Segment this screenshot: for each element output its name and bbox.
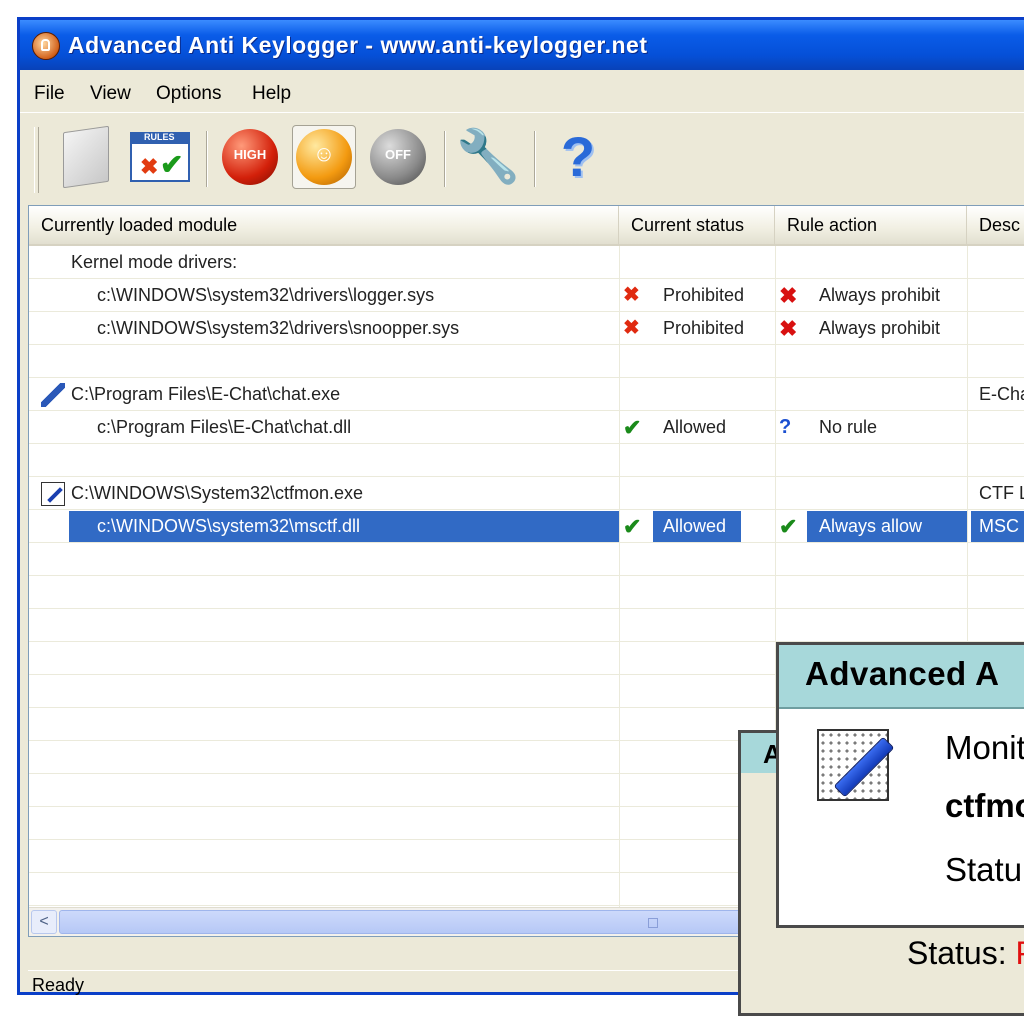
toolbar-separator: [534, 131, 536, 187]
toolbar: RULES ✖ ✔ HIGH ☺ OFF 🔧 ?: [20, 112, 1024, 201]
medium-protection-button[interactable]: ☺: [292, 125, 356, 189]
rule-text: Always allow: [819, 516, 923, 536]
alert-popup-status: Statu: [945, 851, 1023, 888]
menu-bar: File View Options Help: [20, 73, 1024, 109]
settings-button[interactable]: 🔧: [455, 125, 521, 189]
column-module[interactable]: Currently loaded module: [29, 206, 619, 244]
off-protection-button[interactable]: OFF: [366, 125, 430, 189]
group-row[interactable]: C:\Program Files\E-Chat\chat.exe E-Cha: [29, 378, 1024, 411]
menu-options[interactable]: Options: [156, 83, 221, 105]
prohibited-x-icon: ✖: [623, 284, 640, 306]
status-text: Allowed: [663, 516, 727, 536]
status-text: Allowed: [663, 417, 727, 437]
always-prohibit-icon: ✖: [779, 283, 798, 308]
alert-popup-title-bar: Advanced A: [779, 645, 1024, 709]
table-row[interactable]: c:\WINDOWS\system32\msctf.dll ✔ Allowed ✔ Al…: [29, 510, 1024, 543]
menu-file[interactable]: File: [34, 83, 65, 105]
report-button[interactable]: [54, 125, 118, 189]
table-row[interactable]: c:\WINDOWS\system32\drivers\snoopper.sys…: [29, 312, 1024, 345]
rules-icon-header: RULES: [144, 132, 175, 142]
row-gridline: [29, 608, 1024, 609]
alert-popup-line: Monit: [945, 729, 1024, 766]
rules-button[interactable]: RULES ✖ ✔: [128, 125, 192, 189]
allowed-check-icon: ✔: [779, 514, 798, 539]
toolbar-grip[interactable]: [34, 127, 39, 193]
alert-popup-back-status-value: P: [1016, 935, 1024, 971]
window-title: Advanced Anti Keylogger - www.anti-keylo…: [68, 32, 648, 58]
table-row[interactable]: c:\WINDOWS\system32\drivers\logger.sys ✖ P…: [29, 279, 1024, 312]
title-bar[interactable]: Advanced Anti Keylogger - www.anti-keylo…: [20, 20, 1024, 70]
no-rule-question-icon: ?: [779, 416, 792, 438]
rule-text: Always prohibit: [819, 285, 941, 305]
help-icon: ?: [560, 125, 596, 188]
module-path: c:\WINDOWS\system32\drivers\snoopper.sys: [97, 318, 460, 338]
kernel-icon: [41, 251, 65, 275]
module-description: E-Cha: [979, 384, 1024, 404]
module-path: c:\Program Files\E-Chat\chat.dll: [97, 417, 352, 437]
chat-icon: [41, 383, 65, 407]
alert-popup-back-status-label: Status:: [907, 935, 1007, 971]
row-gridline: [29, 575, 1024, 576]
high-protection-icon: HIGH: [222, 129, 278, 185]
column-description[interactable]: Desc: [967, 206, 1024, 244]
module-path: c:\WINDOWS\system32\drivers\logger.sys: [97, 285, 435, 305]
module-name: C:\WINDOWS\System32\ctfmon.exe: [71, 483, 364, 503]
rule-text: Always prohibit: [819, 318, 941, 338]
module-name: C:\Program Files\E-Chat\chat.exe: [71, 384, 341, 404]
alert-popup-module-name: ctfmo: [945, 787, 1024, 824]
group-row[interactable]: Kernel mode drivers:: [29, 246, 1024, 279]
status-text: Prohibited: [663, 285, 745, 305]
medium-protection-icon: ☺: [296, 129, 352, 185]
ctf-icon: [41, 482, 65, 506]
toolbar-separator: [444, 131, 446, 187]
prohibited-x-icon: ✖: [623, 317, 640, 339]
allowed-check-icon: ✔: [623, 415, 642, 440]
module-description: MSC: [979, 516, 1019, 536]
column-status[interactable]: Current status: [619, 206, 775, 244]
list-header: Currently loaded module Current status R…: [29, 206, 1024, 246]
alert-popup[interactable]: Advanced A Monit ctfmo Statu: [776, 642, 1024, 928]
module-name: Kernel mode drivers:: [71, 252, 238, 272]
menu-view[interactable]: View: [90, 83, 131, 105]
allowed-check-icon: ✔: [623, 514, 642, 539]
settings-wrench-icon: 🔧: [455, 128, 521, 186]
alert-popup-back-status: Status: P: [907, 935, 1024, 972]
off-protection-icon: OFF: [370, 129, 426, 185]
rule-text: No rule: [819, 417, 878, 437]
alert-popup-title: Advanced A: [805, 655, 1000, 692]
table-row[interactable]: c:\Program Files\E-Chat\chat.dll ✔ Allowed…: [29, 411, 1024, 444]
monitor-pen-icon: [817, 729, 889, 801]
document-icon: [63, 125, 109, 189]
rules-icon: RULES ✖ ✔: [130, 132, 190, 182]
module-path: c:\WINDOWS\system32\msctf.dll: [97, 516, 361, 536]
help-button[interactable]: ?: [546, 125, 610, 189]
group-row[interactable]: C:\WINDOWS\System32\ctfmon.exe CTF L: [29, 477, 1024, 510]
status-text: Prohibited: [663, 318, 745, 338]
high-protection-button[interactable]: HIGH: [218, 125, 282, 189]
blank-row: [29, 345, 1024, 378]
menu-help[interactable]: Help: [252, 83, 291, 105]
always-prohibit-icon: ✖: [779, 316, 798, 341]
scroll-left-button[interactable]: <: [31, 910, 57, 934]
scroll-thumb-grip: [648, 918, 658, 928]
app-lock-icon: [32, 32, 60, 60]
module-description: CTF L: [979, 483, 1024, 503]
blank-row: [29, 444, 1024, 477]
column-rule[interactable]: Rule action: [775, 206, 967, 244]
toolbar-separator: [206, 131, 208, 187]
